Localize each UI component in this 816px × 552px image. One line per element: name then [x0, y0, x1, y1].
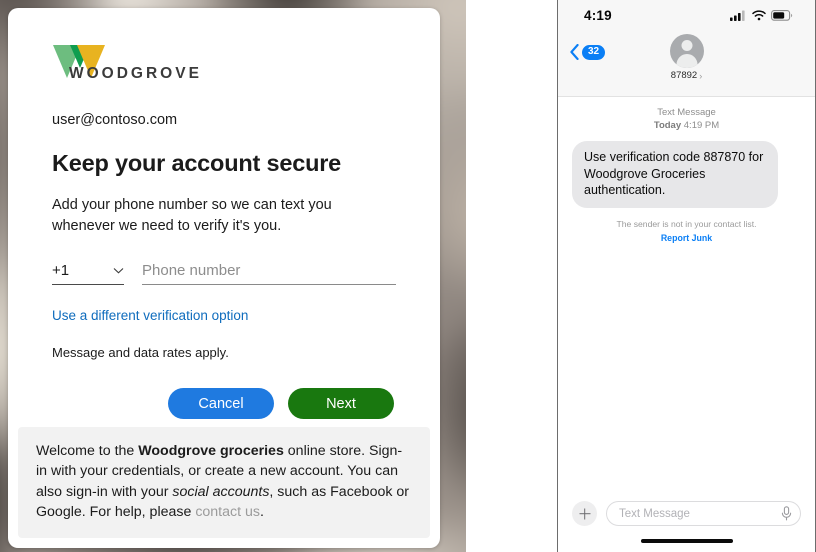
message-input[interactable]: Text Message	[606, 501, 801, 526]
country-code-select[interactable]: +1	[52, 262, 124, 286]
screen: WOODGROVE user@contoso.com Keep your acc…	[0, 0, 816, 552]
signin-card-body: WOODGROVE user@contoso.com Keep your acc…	[8, 8, 440, 420]
cancel-button[interactable]: Cancel	[168, 388, 274, 420]
chevron-left-icon	[570, 44, 579, 60]
signin-card: WOODGROVE user@contoso.com Keep your acc…	[8, 8, 440, 548]
thread-stamp-day: Today	[653, 119, 682, 131]
contact-caret-icon: ›	[699, 70, 703, 81]
action-buttons: Cancel Next	[52, 388, 396, 420]
back-button[interactable]: 32	[570, 44, 606, 60]
compose-bar: Text Message	[558, 493, 815, 530]
contact-name-text: 87892	[670, 70, 698, 81]
welcome-banner-text: Welcome to the Woodgrove groceries onlin…	[36, 441, 412, 523]
welcome-emphasis: social accounts	[172, 483, 270, 500]
battery-icon	[771, 9, 793, 21]
contact-header[interactable]: 87892 ›	[669, 34, 704, 81]
status-icons	[730, 9, 793, 21]
welcome-brand: Woodgrove groceries	[138, 442, 284, 459]
avatar	[669, 34, 704, 68]
status-time: 4:19	[584, 7, 612, 23]
phone-number-input[interactable]	[142, 262, 396, 286]
contact-us-link[interactable]: contact us	[195, 504, 260, 520]
phone-mockup: 4:19 32 87892 › Text Message Today 4:19 …	[557, 0, 816, 552]
messages-header: 32 87892 ›	[558, 30, 815, 97]
page-title: Keep your account secure	[52, 150, 342, 176]
thread-stamp-line: Today 4:19 PM	[572, 120, 801, 133]
message-thread: Text Message Today 4:19 PM Use verificat…	[558, 97, 815, 493]
unread-count-badge: 32	[582, 44, 606, 60]
country-code-value: +1	[52, 262, 70, 280]
welcome-banner: Welcome to the Woodgrove groceries onlin…	[18, 426, 430, 538]
contact-name: 87892 ›	[671, 70, 702, 81]
sender-warning: The sender is not in your contact list.	[616, 218, 757, 229]
message-bubble: Use verification code 887870 for Woodgro…	[568, 141, 778, 208]
cellular-signal-icon	[730, 10, 745, 21]
microphone-icon[interactable]	[781, 506, 792, 521]
alternate-verification-link[interactable]: Use a different verification option	[52, 308, 248, 323]
thread-stamp-type: Text Message	[657, 107, 716, 118]
home-indicator-bar	[640, 539, 733, 543]
welcome-part1: Welcome to the	[36, 442, 139, 459]
thread-timestamp: Text Message Today 4:19 PM	[572, 107, 801, 132]
home-indicator	[558, 530, 815, 552]
next-button[interactable]: Next	[288, 388, 394, 420]
add-attachment-button[interactable]	[572, 501, 597, 526]
chevron-down-icon	[113, 268, 124, 274]
thread-stamp-time: 4:19 PM	[683, 119, 720, 131]
woodgrove-logo: WOODGROVE	[52, 44, 396, 86]
rates-note: Message and data rates apply.	[52, 345, 229, 361]
welcome-part4: .	[259, 504, 264, 521]
page-subtitle: Add your phone number so we can text you…	[52, 197, 332, 234]
report-junk-link[interactable]: Report Junk	[572, 233, 801, 243]
wifi-icon	[752, 9, 766, 20]
message-input-placeholder: Text Message	[619, 507, 690, 520]
phone-status-bar: 4:19	[558, 0, 815, 30]
woodgrove-wordmark: WOODGROVE	[69, 65, 202, 82]
phone-entry-row: +1	[52, 262, 396, 286]
account-email: user@contoso.com	[52, 112, 178, 128]
